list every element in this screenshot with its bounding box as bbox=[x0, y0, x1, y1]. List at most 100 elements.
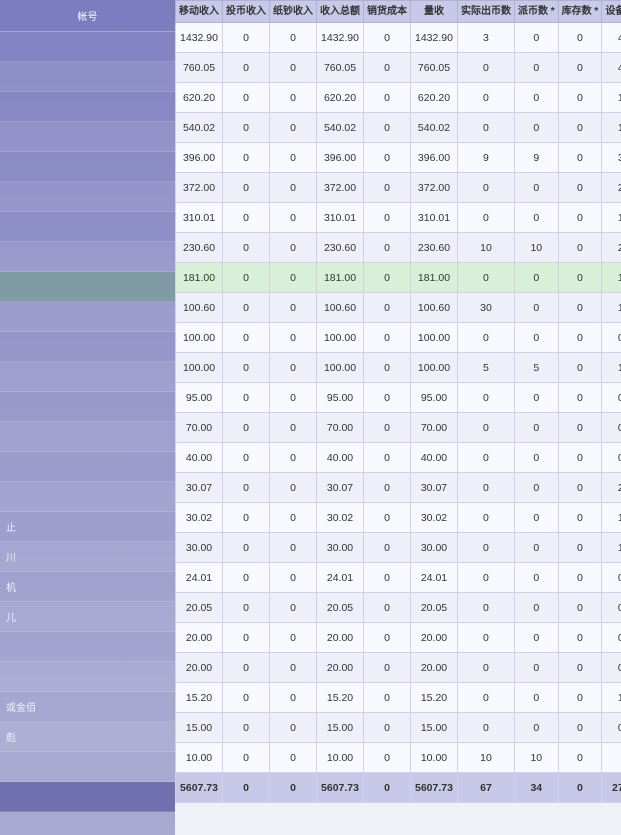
sidebar-row[interactable] bbox=[0, 362, 175, 392]
sidebar-row[interactable] bbox=[0, 122, 175, 152]
table-row: 230.6000230.600230.60101002 (3) bbox=[176, 233, 621, 263]
table-cell: 15.20 bbox=[411, 683, 458, 713]
table-cell: 1 (2) bbox=[602, 503, 621, 533]
table-cell: 0 bbox=[364, 173, 411, 203]
table-cell: 9 bbox=[457, 143, 514, 173]
table-cell: 0 bbox=[223, 683, 270, 713]
sidebar-row[interactable] bbox=[0, 182, 175, 212]
table-row: 40.000040.00040.000000 (1) bbox=[176, 443, 621, 473]
sidebar-row[interactable]: 机 bbox=[0, 572, 175, 602]
table-cell: 0 bbox=[514, 503, 558, 533]
table-cell: 30.00 bbox=[317, 533, 364, 563]
table-row: 540.0200540.020540.020001 (2) bbox=[176, 113, 621, 143]
table-cell: 0 bbox=[457, 383, 514, 413]
table-cell: 30.00 bbox=[411, 533, 458, 563]
sidebar-row[interactable] bbox=[0, 242, 175, 272]
table-cell: 0 bbox=[223, 533, 270, 563]
table-cell: 100.00 bbox=[317, 323, 364, 353]
sidebar-row[interactable] bbox=[0, 752, 175, 782]
table-cell: 1 (2) bbox=[602, 83, 621, 113]
sidebar-row[interactable] bbox=[0, 212, 175, 242]
col-coin: 投币收入 bbox=[223, 1, 270, 23]
table-cell: 0 (1) bbox=[602, 623, 621, 653]
sidebar-row[interactable] bbox=[0, 422, 175, 452]
table-cell: 0 bbox=[514, 683, 558, 713]
table-cell: 0 bbox=[223, 743, 270, 773]
table-cell: 0 bbox=[364, 113, 411, 143]
table-cell: 0 bbox=[270, 143, 317, 173]
table-row: 30.020030.02030.020001 (2) bbox=[176, 503, 621, 533]
sidebar-row[interactable]: 儿 bbox=[0, 602, 175, 632]
table-cell: 0 bbox=[457, 683, 514, 713]
sidebar-row[interactable] bbox=[0, 92, 175, 122]
table-cell: 20.05 bbox=[317, 593, 364, 623]
table-cell: 10.00 bbox=[176, 743, 223, 773]
col-sales: 量收 bbox=[411, 1, 458, 23]
table-cell: 0 bbox=[558, 683, 602, 713]
table-cell: 100.60 bbox=[176, 293, 223, 323]
table-cell: 540.02 bbox=[411, 113, 458, 143]
sidebar-row[interactable] bbox=[0, 632, 175, 662]
table-row: 372.0000372.000372.000002 (3) bbox=[176, 173, 621, 203]
sidebar-row[interactable]: 彪 bbox=[0, 722, 175, 752]
sidebar-row[interactable] bbox=[0, 332, 175, 362]
table-cell: 100.00 bbox=[317, 353, 364, 383]
sidebar-row[interactable] bbox=[0, 302, 175, 332]
table-cell: 0 bbox=[223, 473, 270, 503]
sidebar-row[interactable]: 或金佰 bbox=[0, 692, 175, 722]
sidebar-row[interactable] bbox=[0, 32, 175, 62]
table-cell: 0 bbox=[270, 593, 317, 623]
sidebar-row[interactable] bbox=[0, 152, 175, 182]
table-cell: 0 bbox=[364, 653, 411, 683]
table-cell: 0 bbox=[514, 293, 558, 323]
table-row: 100.0000100.000100.000000 (1) bbox=[176, 323, 621, 353]
table-cell: 0 bbox=[270, 23, 317, 53]
table-cell: 15.00 bbox=[317, 713, 364, 743]
table-cell: 0 bbox=[223, 173, 270, 203]
table-cell: 40.00 bbox=[176, 443, 223, 473]
table-cell: 0 bbox=[223, 233, 270, 263]
footer-cell: 0 bbox=[558, 773, 602, 803]
table-cell: 0 bbox=[223, 53, 270, 83]
sidebar-row[interactable] bbox=[0, 482, 175, 512]
table-cell: 0 bbox=[270, 263, 317, 293]
sidebar-row[interactable] bbox=[0, 452, 175, 482]
sidebar-row[interactable]: 止 bbox=[0, 512, 175, 542]
table-cell: 0 bbox=[270, 503, 317, 533]
table-cell: 0 bbox=[457, 533, 514, 563]
table-cell: 230.60 bbox=[411, 233, 458, 263]
table-cell: 0 bbox=[457, 203, 514, 233]
table-row: 30.000030.00030.000001 (2) bbox=[176, 533, 621, 563]
sidebar-row[interactable] bbox=[0, 272, 175, 302]
table-cell: 0 bbox=[514, 383, 558, 413]
table-row: 24.010024.01024.010000 (1) bbox=[176, 563, 621, 593]
table-cell: 0 bbox=[558, 533, 602, 563]
sidebar-row[interactable] bbox=[0, 662, 175, 692]
table-cell: 0 bbox=[558, 623, 602, 653]
table-cell: 0 bbox=[558, 443, 602, 473]
table-cell: 1 (2) bbox=[602, 293, 621, 323]
table-cell: 0 bbox=[457, 653, 514, 683]
table-row: 760.0500760.050760.050004 (6) bbox=[176, 53, 621, 83]
table-cell: 760.05 bbox=[176, 53, 223, 83]
table-row: 181.0000181.000181.000001 (2) bbox=[176, 263, 621, 293]
table-cell: 0 bbox=[270, 323, 317, 353]
table-cell: 20.00 bbox=[176, 653, 223, 683]
sidebar-row[interactable] bbox=[0, 62, 175, 92]
table-cell: 396.00 bbox=[317, 143, 364, 173]
table-footer-row: 5607.73005607.7305607.736734027 (61) bbox=[176, 773, 621, 803]
footer-cell: 0 bbox=[364, 773, 411, 803]
table-cell: 0 (1) bbox=[602, 563, 621, 593]
table-cell: 0 bbox=[558, 593, 602, 623]
table-row: 310.0100310.010310.010001 (2) bbox=[176, 203, 621, 233]
table-cell: 70.00 bbox=[176, 413, 223, 443]
table-cell: 0 bbox=[457, 413, 514, 443]
table-cell: 0 bbox=[270, 653, 317, 683]
sidebar-row[interactable] bbox=[0, 392, 175, 422]
table-cell: 0 bbox=[364, 533, 411, 563]
table-cell: 10 bbox=[457, 743, 514, 773]
table-cell: 30.02 bbox=[176, 503, 223, 533]
table-cell: 4 (8) bbox=[602, 23, 621, 53]
sidebar-row[interactable]: 川 bbox=[0, 542, 175, 572]
table-cell: 0 bbox=[457, 263, 514, 293]
